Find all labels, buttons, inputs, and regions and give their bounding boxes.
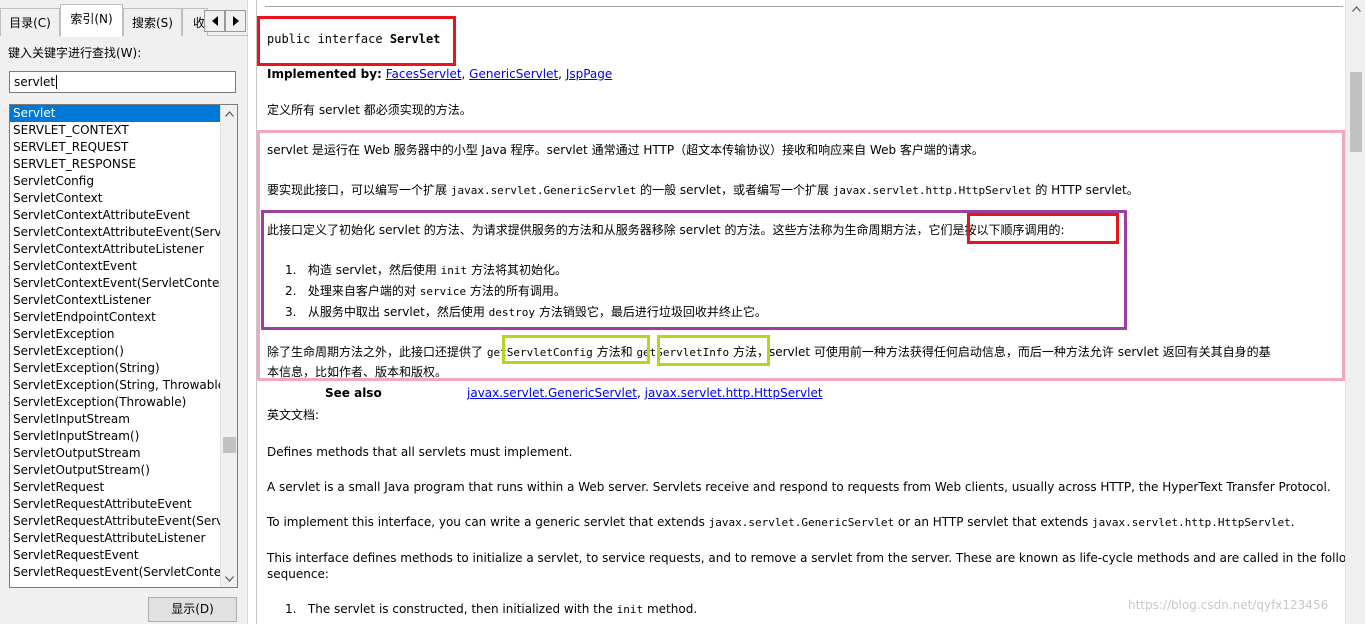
index-list-item[interactable]: ServletInputStream: [10, 411, 220, 428]
keyword-input-value: servlet: [14, 75, 56, 89]
triangle-left-icon: [211, 16, 218, 26]
code-init-en: init: [616, 603, 644, 616]
scrollbar-thumb[interactable]: [223, 437, 236, 453]
link-separator: ,: [636, 386, 645, 400]
text-caret: [56, 75, 58, 89]
keyword-input[interactable]: servlet: [9, 71, 236, 93]
triangle-right-icon: [232, 16, 239, 26]
index-list-item[interactable]: ServletContext: [10, 190, 220, 207]
tab-index[interactable]: 索引(N): [60, 4, 123, 37]
tab-contents[interactable]: 目录(C): [0, 8, 60, 36]
index-list-item[interactable]: ServletException: [10, 326, 220, 343]
en-step-1: 1. The servlet is constructed, then init…: [285, 602, 697, 616]
display-button[interactable]: 显示(D): [148, 597, 237, 622]
index-list-item[interactable]: ServletOutputStream: [10, 445, 220, 462]
index-list-item[interactable]: ServletInputStream(): [10, 428, 220, 445]
index-list-item[interactable]: ServletRequestAttributeEvent(Servle: [10, 513, 220, 530]
paragraph-en-2: A servlet is a small Java program that r…: [267, 480, 1331, 494]
index-list-item[interactable]: ServletContextAttributeListener: [10, 241, 220, 258]
annotation-red-box-order: [967, 213, 1119, 244]
index-list-item[interactable]: SERVLET_CONTEXT: [10, 122, 220, 139]
nav-tabs: 目录(C) 索引(N) 搜索(S) 收: [0, 0, 248, 37]
link-genericservlet[interactable]: GenericServlet: [469, 67, 558, 81]
text: or an HTTP servlet that extends: [894, 515, 1093, 529]
summary-cn: 定义所有 servlet 都必须实现的方法。: [267, 103, 472, 117]
watermark: https://blog.csdn.net/qyfx123456: [1128, 598, 1329, 612]
paragraph-en-4: This interface defines methods to initia…: [267, 551, 1345, 565]
index-list-item[interactable]: ServletRequestAttributeListener: [10, 530, 220, 547]
text: .: [1290, 515, 1295, 529]
index-list-item[interactable]: ServletRequest: [10, 479, 220, 496]
index-listbox[interactable]: Servlet SERVLET_CONTEXT SERVLET_REQUEST SER…: [9, 104, 238, 588]
see-also-label: See also: [325, 386, 382, 400]
text: method.: [643, 602, 698, 616]
index-list-item[interactable]: Servlet: [10, 105, 220, 122]
link-jsppage[interactable]: JspPage: [566, 67, 612, 81]
index-list-items: Servlet SERVLET_CONTEXT SERVLET_REQUEST SER…: [10, 105, 220, 581]
index-list-item[interactable]: ServletContextAttributeEvent(Servlet: [10, 224, 220, 241]
english-doc-label: 英文文档:: [267, 408, 320, 422]
index-list-item[interactable]: ServletContextEvent: [10, 258, 220, 275]
chevron-up-icon: [1351, 5, 1361, 12]
text: The servlet is constructed, then initial…: [307, 602, 617, 616]
tab-search[interactable]: 搜索(S): [123, 8, 182, 36]
index-list-item[interactable]: ServletConfig: [10, 173, 220, 190]
help-content-pane: public interface Servlet Implemented by:…: [256, 0, 1345, 624]
index-list-item[interactable]: SERVLET_RESPONSE: [10, 156, 220, 173]
tab-scroll-arrows: [204, 10, 246, 32]
tab-scroll-left-button[interactable]: [204, 10, 225, 32]
index-list-item[interactable]: ServletEndpointContext: [10, 309, 220, 326]
index-list-item[interactable]: ServletRequestEvent(ServletContext: [10, 564, 220, 581]
index-list-item[interactable]: ServletException(Throwable): [10, 394, 220, 411]
paragraph-en-3: To implement this interface, you can wri…: [267, 515, 1295, 529]
chevron-down-icon: [225, 575, 234, 582]
link-facesservlet[interactable]: FacesServlet: [386, 67, 462, 81]
scroll-down-button[interactable]: [221, 570, 237, 587]
content-scrollbar-thumb[interactable]: [1350, 72, 1362, 152]
annotation-red-box-signature: [257, 16, 456, 66]
implemented-by: Implemented by: FacesServlet, GenericSer…: [267, 67, 612, 81]
tab-scroll-right-button[interactable]: [225, 10, 246, 32]
link-separator: ,: [558, 67, 566, 81]
index-list-item[interactable]: ServletOutputStream(): [10, 462, 220, 479]
index-list-item[interactable]: ServletContextListener: [10, 292, 220, 309]
content-scrollbar[interactable]: [1345, 0, 1365, 624]
implemented-by-label: Implemented by:: [267, 67, 382, 81]
link-generic-servlet[interactable]: javax.servlet.GenericServlet: [467, 386, 637, 400]
index-list-scrollbar[interactable]: [220, 105, 237, 587]
index-list-item[interactable]: ServletContextEvent(ServletContext): [10, 275, 220, 292]
text: To implement this interface, you can wri…: [267, 515, 709, 529]
index-list-item[interactable]: ServletException(String, Throwable): [10, 377, 220, 394]
index-list-item[interactable]: ServletRequestAttributeEvent: [10, 496, 220, 513]
keyword-label: 键入关键字进行查找(W):: [8, 46, 142, 60]
top-divider: [265, 6, 1343, 7]
code-genericservlet-en: javax.servlet.GenericServlet: [708, 516, 895, 529]
index-list-item[interactable]: ServletRequestEvent: [10, 547, 220, 564]
paragraph-en-1: Defines methods that all servlets must i…: [267, 445, 573, 459]
see-also-links: javax.servlet.GenericServlet, javax.serv…: [467, 386, 823, 400]
step-number: 1.: [285, 602, 297, 616]
index-list-item[interactable]: ServletException(): [10, 343, 220, 360]
chevron-up-icon: [225, 110, 234, 117]
help-navigation-pane: 目录(C) 索引(N) 搜索(S) 收 键入关键字进行查找(W): servle…: [0, 0, 248, 624]
code-httpservlet-en: javax.servlet.http.HttpServlet: [1092, 516, 1291, 529]
index-list-item[interactable]: ServletContextAttributeEvent: [10, 207, 220, 224]
scroll-up-button[interactable]: [221, 105, 237, 122]
content-scroll-up-button[interactable]: [1346, 0, 1365, 17]
link-http-servlet[interactable]: javax.servlet.http.HttpServlet: [645, 386, 823, 400]
index-list-item[interactable]: SERVLET_REQUEST: [10, 139, 220, 156]
paragraph-en-4-cont: sequence:: [267, 567, 329, 581]
annotation-green-box-getservletinfo: [657, 335, 770, 366]
annotation-green-box-getservletconfig: [502, 335, 650, 364]
index-list-item[interactable]: ServletException(String): [10, 360, 220, 377]
